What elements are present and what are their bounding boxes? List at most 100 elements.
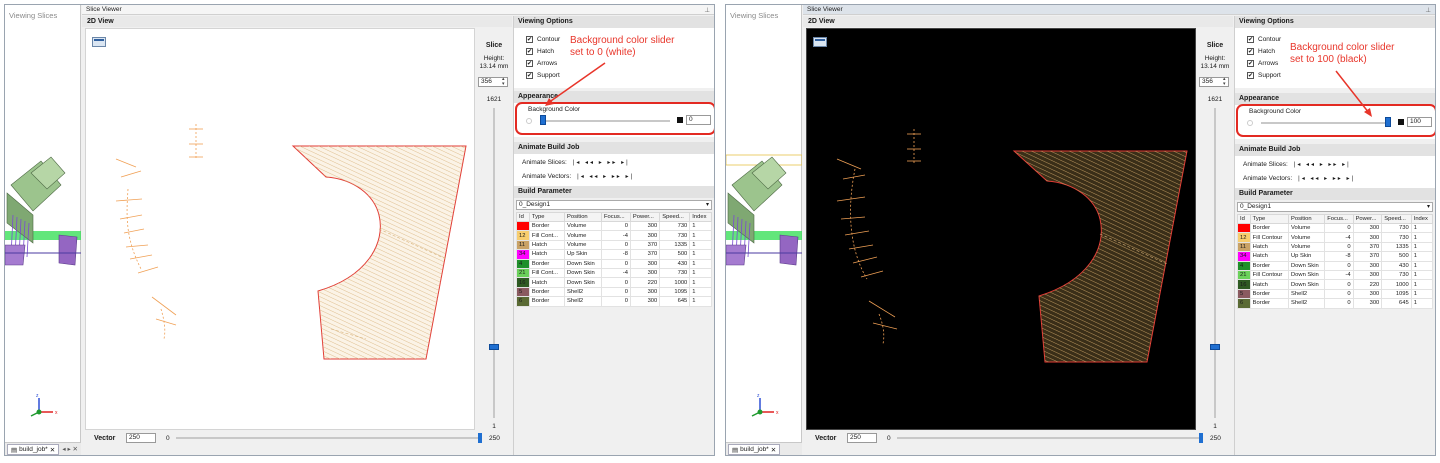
table-row[interactable]: 16 Hatch Down Skin 0 220 1000 1 <box>516 277 712 288</box>
pin-icon[interactable]: ⊥ <box>704 6 710 14</box>
close-tab-icon[interactable]: ✕ <box>50 446 55 454</box>
cell-speed: 730 <box>1381 222 1412 234</box>
column-header[interactable]: Power... <box>1352 214 1383 224</box>
table-row[interactable]: 11 Hatch Volume 0 370 1335 1 <box>1237 241 1434 253</box>
animate-vectors-controls[interactable]: |◂ ◂◂ ▸ ▸▸ ▸| <box>1298 175 1355 182</box>
support-checkbox[interactable]: ✔ Support <box>526 72 560 79</box>
cell-power: 300 <box>1352 269 1383 281</box>
vector-slider-thumb[interactable] <box>1199 433 1203 443</box>
vector-number-stepper[interactable]: 250 <box>126 433 156 443</box>
cell-power: 300 <box>1352 232 1383 243</box>
checkbox-icon[interactable]: ✔ <box>526 60 533 67</box>
column-header[interactable]: Index <box>1410 214 1434 224</box>
slice-slider-track[interactable] <box>493 108 495 418</box>
checkbox-icon[interactable]: ✔ <box>1247 36 1254 43</box>
checkbox-icon[interactable]: ✔ <box>526 36 533 43</box>
close-tab-icon[interactable]: ✕ <box>771 446 776 454</box>
checkbox-icon[interactable]: ✔ <box>526 72 533 79</box>
contour-checkbox[interactable]: ✔ Contour <box>526 36 560 43</box>
slice-canvas[interactable] <box>85 28 475 430</box>
checkbox-icon[interactable]: ✔ <box>1247 60 1254 67</box>
parameter-table: Id Type Position Focus... Power... Speed... In… <box>516 212 712 307</box>
slice-slider-track[interactable] <box>1214 108 1216 418</box>
column-header[interactable]: Id <box>516 212 530 222</box>
view-mode-icon[interactable] <box>813 37 827 47</box>
pin-icon[interactable]: ⊥ <box>1425 6 1431 14</box>
slice-number-stepper[interactable]: 356 <box>478 77 508 87</box>
cell-power: 370 <box>1352 251 1383 262</box>
column-header[interactable]: Index <box>689 212 712 222</box>
column-header[interactable]: Id <box>1237 214 1251 224</box>
table-row[interactable]: 4 Border Down Skin 0 300 430 1 <box>1237 260 1434 271</box>
column-header[interactable]: Focus... <box>600 212 631 222</box>
column-header[interactable]: Position <box>564 212 602 222</box>
table-row[interactable]: 4 Border Down Skin 0 300 430 1 <box>516 258 712 269</box>
table-row[interactable]: 34 Hatch Up Skin -8 370 500 1 <box>1237 251 1434 262</box>
hatch-checkbox[interactable]: ✔ Hatch <box>1247 48 1275 55</box>
column-header[interactable]: Speed... <box>659 212 691 222</box>
dropdown-arrow-icon[interactable]: ▾ <box>1427 203 1430 211</box>
cell-type: Border <box>1249 222 1290 234</box>
slice-viewer-titlebar: Slice Viewer ⊥ <box>803 5 1435 15</box>
slice-min-label: 1 <box>1213 423 1217 430</box>
animate-build-job-header: Animate Build Job <box>514 142 714 154</box>
dropdown-arrow-icon[interactable]: ▾ <box>706 201 709 209</box>
column-header[interactable]: Power... <box>629 212 661 222</box>
slice-canvas[interactable] <box>806 28 1196 430</box>
table-row[interactable]: 6 Border Shell2 0 300 645 1 <box>516 296 712 307</box>
viewing-slices-pane: Viewing Slices z x <box>5 5 81 443</box>
view-mode-icon[interactable] <box>92 37 106 47</box>
slice-max-label: 1621 <box>486 96 502 103</box>
table-row[interactable]: Border Volume 0 300 730 1 <box>1237 222 1434 234</box>
table-row[interactable]: Border Volume 0 300 730 1 <box>516 220 712 232</box>
animate-slices-label: Animate Slices: <box>522 159 567 166</box>
table-row[interactable]: 21 Fill Contour Down Skin -4 300 730 1 <box>1237 269 1434 281</box>
cell-focus: 0 <box>600 296 631 307</box>
cell-index: 1 <box>689 286 712 298</box>
support-checkbox[interactable]: ✔ Support <box>1247 72 1281 79</box>
arrows-checkbox[interactable]: ✔ Arrows <box>1247 60 1278 67</box>
table-row[interactable]: 11 Hatch Volume 0 370 1335 1 <box>516 239 712 251</box>
cell-id: 6 <box>1237 298 1251 309</box>
table-row[interactable]: 12 Fill Cont... Volume -4 300 730 1 <box>516 230 712 241</box>
animate-vectors-controls[interactable]: |◂ ◂◂ ▸ ▸▸ ▸| <box>577 173 634 180</box>
hatch-checkbox[interactable]: ✔ Hatch <box>526 48 554 55</box>
axis-triad-icon: z x <box>751 393 779 417</box>
column-header[interactable]: Speed... <box>1381 214 1412 224</box>
slice-number-stepper[interactable]: 356 <box>1199 77 1229 87</box>
cell-index: 1 <box>689 220 712 232</box>
build-parameter-select[interactable]: 0_Design1 ▾ <box>516 200 712 210</box>
cell-focus: -4 <box>1324 232 1354 243</box>
table-row[interactable]: 5 Border Shell2 0 300 1095 1 <box>1237 288 1434 300</box>
vector-slider-track[interactable] <box>897 437 1201 439</box>
slice-slider-thumb[interactable] <box>1210 344 1220 350</box>
table-row[interactable]: 6 Border Shell2 0 300 645 1 <box>1237 298 1434 309</box>
height-value: 13.14 mm <box>1200 63 1230 70</box>
vector-slider-track[interactable] <box>176 437 480 439</box>
animate-slices-controls[interactable]: |◂ ◂◂ ▸ ▸▸ ▸| <box>573 159 630 166</box>
vector-slider-thumb[interactable] <box>478 433 482 443</box>
cell-focus: 0 <box>600 239 631 251</box>
build-parameter-select[interactable]: 0_Design1 ▾ <box>1237 202 1433 212</box>
checkbox-icon[interactable]: ✔ <box>526 48 533 55</box>
animate-slices-controls[interactable]: |◂ ◂◂ ▸ ▸▸ ▸| <box>1294 161 1351 168</box>
table-row[interactable]: 16 Hatch Down Skin 0 220 1000 1 <box>1237 279 1434 290</box>
build-job-tab[interactable]: ▤ build_job* ✕ <box>7 444 60 455</box>
table-row[interactable]: 5 Border Shell2 0 300 1095 1 <box>516 286 712 298</box>
build-job-tab[interactable]: ▤ build_job* ✕ <box>728 444 781 455</box>
column-header[interactable]: Type <box>528 212 566 222</box>
vector-number-stepper[interactable]: 250 <box>847 433 877 443</box>
column-header[interactable]: Type <box>1249 214 1290 224</box>
column-header[interactable]: Position <box>1287 214 1326 224</box>
slice-slider-thumb[interactable] <box>489 344 499 350</box>
column-header[interactable]: Focus... <box>1324 214 1354 224</box>
table-row[interactable]: 21 Fill Cont... Down Skin -4 300 730 1 <box>516 267 712 279</box>
contour-checkbox[interactable]: ✔ Contour <box>1247 36 1281 43</box>
table-row[interactable]: 12 Fill Contour Volume -4 300 730 1 <box>1237 232 1434 243</box>
table-row[interactable]: 34 Hatch Up Skin -8 370 500 1 <box>516 249 712 260</box>
checkbox-icon[interactable]: ✔ <box>1247 72 1254 79</box>
arrows-checkbox[interactable]: ✔ Arrows <box>526 60 557 67</box>
tab-scroll-icon[interactable]: ◂ ▸ ✕ <box>62 445 78 453</box>
cell-power: 370 <box>629 239 661 251</box>
checkbox-icon[interactable]: ✔ <box>1247 48 1254 55</box>
